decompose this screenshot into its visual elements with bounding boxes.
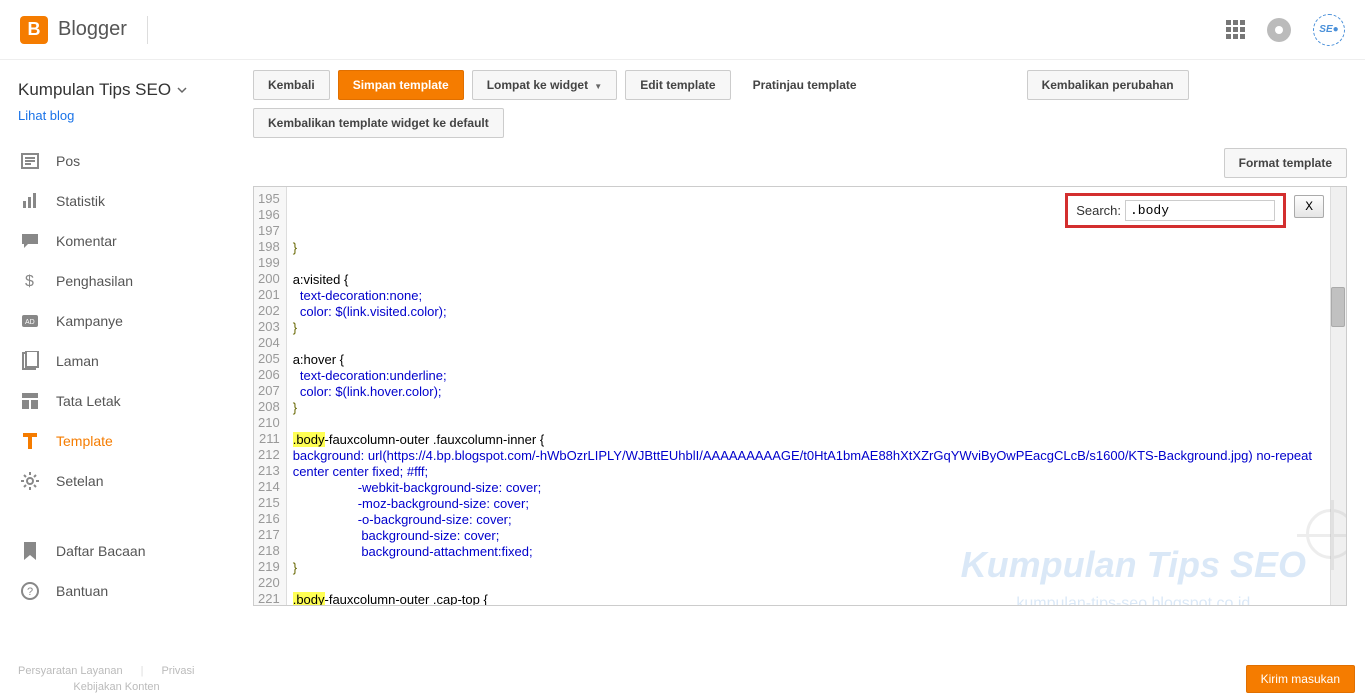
sidebar-item-tatalayout[interactable]: Tata Letak bbox=[18, 381, 245, 421]
sidebar-item-label: Penghasilan bbox=[56, 273, 133, 289]
sidebar-item-kampanye[interactable]: AD Kampanye bbox=[18, 301, 245, 341]
sidebar-item-setelan[interactable]: Setelan bbox=[18, 461, 245, 501]
svg-text:AD: AD bbox=[25, 319, 35, 326]
preview-template-button[interactable]: Pratinjau template bbox=[739, 71, 871, 99]
brand-name: Blogger bbox=[58, 18, 127, 41]
posts-icon bbox=[18, 149, 42, 173]
chevron-down-icon bbox=[177, 85, 187, 95]
revert-changes-button[interactable]: Kembalikan perubahan bbox=[1027, 70, 1189, 100]
header-divider bbox=[147, 16, 148, 44]
layout-icon bbox=[18, 389, 42, 413]
sidebar-item-label: Laman bbox=[56, 353, 99, 369]
app-header: B Blogger SE● bbox=[0, 0, 1365, 60]
send-feedback-button[interactable]: Kirim masukan bbox=[1246, 665, 1355, 693]
sidebar-item-label: Bantuan bbox=[56, 583, 108, 599]
blog-name: Kumpulan Tips SEO bbox=[18, 80, 171, 100]
footer-links: Persyaratan Layanan | Privasi Kebijakan … bbox=[18, 655, 245, 697]
privacy-link[interactable]: Privasi bbox=[161, 665, 194, 677]
svg-text:?: ? bbox=[27, 586, 33, 598]
earnings-icon: $ bbox=[18, 269, 42, 293]
bookmark-icon bbox=[18, 539, 42, 563]
stats-icon bbox=[18, 189, 42, 213]
blog-selector[interactable]: Kumpulan Tips SEO bbox=[18, 80, 245, 100]
search-overlay: Search: bbox=[1065, 193, 1286, 228]
pages-icon bbox=[18, 349, 42, 373]
save-template-button[interactable]: Simpan template bbox=[338, 70, 464, 100]
blogger-logo-icon: B bbox=[20, 16, 48, 44]
sidebar-item-laman[interactable]: Laman bbox=[18, 341, 245, 381]
view-blog-link[interactable]: Lihat blog bbox=[18, 108, 245, 123]
sidebar-item-label: Komentar bbox=[56, 233, 117, 249]
search-input[interactable] bbox=[1125, 200, 1275, 221]
code-editor[interactable]: Search: X 195196197198199200201202203204… bbox=[253, 186, 1347, 606]
sidebar-item-pos[interactable]: Pos bbox=[18, 141, 245, 181]
sidebar-item-label: Kampanye bbox=[56, 313, 123, 329]
template-toolbar: Kembali Simpan template Lompat ke widget… bbox=[245, 60, 1355, 148]
comments-icon bbox=[18, 229, 42, 253]
edit-template-button[interactable]: Edit template bbox=[625, 70, 730, 100]
search-close-button[interactable]: X bbox=[1294, 195, 1324, 218]
sidebar-item-label: Setelan bbox=[56, 473, 103, 489]
avatar[interactable]: SE● bbox=[1313, 14, 1345, 46]
sidebar-item-label: Pos bbox=[56, 153, 80, 169]
search-label: Search: bbox=[1076, 203, 1121, 218]
campaigns-icon: AD bbox=[18, 309, 42, 333]
content-policy-link[interactable]: Kebijakan Konten bbox=[73, 681, 159, 693]
code-area[interactable]: Kumpulan Tips SEO kumpulan-tips-seo.blog… bbox=[287, 187, 1346, 605]
svg-text:$: $ bbox=[25, 273, 34, 290]
sidebar-item-label: Template bbox=[56, 433, 113, 449]
nav-list: Pos Statistik Komentar $ Penghasilan AD Ka… bbox=[18, 141, 245, 501]
sidebar-item-readinglist[interactable]: Daftar Bacaan bbox=[18, 531, 245, 571]
back-button[interactable]: Kembali bbox=[253, 70, 330, 100]
line-gutter: 1951961971981992002012022032042052062072… bbox=[254, 187, 287, 605]
sidebar-item-template[interactable]: Template bbox=[18, 421, 245, 461]
terms-link[interactable]: Persyaratan Layanan bbox=[18, 665, 123, 677]
sidebar: Kumpulan Tips SEO Lihat blog Pos Statist… bbox=[0, 60, 245, 697]
apps-grid-icon[interactable] bbox=[1226, 20, 1245, 39]
sidebar-item-label: Statistik bbox=[56, 193, 105, 209]
main-content: Kembali Simpan template Lompat ke widget… bbox=[245, 60, 1365, 697]
settings-icon bbox=[18, 469, 42, 493]
sidebar-item-label: Daftar Bacaan bbox=[56, 543, 146, 559]
notifications-icon[interactable] bbox=[1267, 18, 1291, 42]
format-template-button[interactable]: Format template bbox=[1224, 148, 1347, 178]
help-icon: ? bbox=[18, 579, 42, 603]
sidebar-item-label: Tata Letak bbox=[56, 393, 121, 409]
nav-extra: Daftar Bacaan ? Bantuan bbox=[18, 531, 245, 611]
sidebar-item-statistik[interactable]: Statistik bbox=[18, 181, 245, 221]
jump-widget-button[interactable]: Lompat ke widget bbox=[472, 70, 617, 100]
sidebar-item-penghasilan[interactable]: $ Penghasilan bbox=[18, 261, 245, 301]
sidebar-item-help[interactable]: ? Bantuan bbox=[18, 571, 245, 611]
template-icon bbox=[18, 429, 42, 453]
revert-default-button[interactable]: Kembalikan template widget ke default bbox=[253, 108, 504, 138]
sidebar-item-komentar[interactable]: Komentar bbox=[18, 221, 245, 261]
